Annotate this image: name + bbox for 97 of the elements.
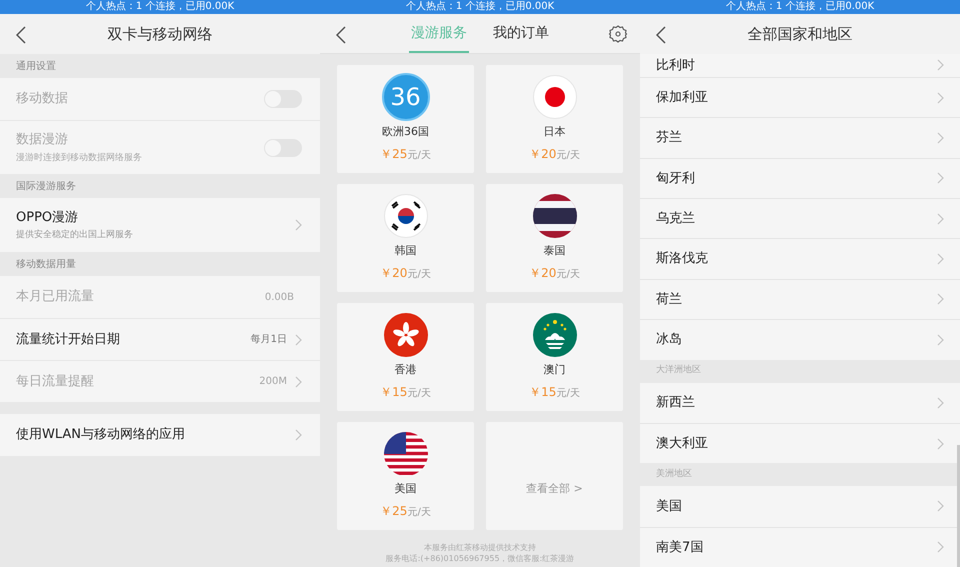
row-label: 移动数据	[16, 90, 69, 108]
country-name: 匈牙利	[656, 170, 696, 188]
chevron-right-icon	[937, 253, 944, 266]
country-name: 美国	[394, 480, 416, 497]
screen-title: 全部国家和地区	[748, 24, 852, 45]
price-label: ￥20元/天	[529, 265, 580, 282]
country-name: 韩国	[394, 242, 416, 259]
flag-icon	[532, 312, 576, 357]
row-label: 数据漫游	[16, 131, 69, 149]
country-card[interactable]: 36 欧洲36国 ￥25元/天	[337, 65, 474, 173]
flag-icon	[384, 194, 428, 238]
chevron-right-icon	[937, 334, 944, 346]
country-row[interactable]: 美国	[640, 486, 960, 527]
country-row[interactable]: 新西兰	[640, 382, 960, 423]
country-row[interactable]: 乌克兰	[640, 198, 960, 238]
chevron-right-icon	[295, 334, 302, 346]
flag-icon	[384, 432, 428, 476]
footer-text: 服务电话:(+86)01056967955，微信客服:红茶漫游	[386, 553, 574, 564]
chevron-right-icon	[937, 132, 944, 144]
country-name: 荷兰	[656, 290, 683, 309]
chevron-right-icon	[295, 376, 302, 388]
row-subtitle: 漫游时连接到移动数据网络服务	[16, 152, 143, 164]
price-label: ￥25元/天	[380, 503, 431, 520]
price-label: ￥20元/天	[529, 146, 580, 164]
tab[interactable]: 我的订单	[491, 15, 551, 53]
country-name: 欧洲36国	[382, 124, 429, 140]
country-row[interactable]: 芬兰	[640, 117, 960, 158]
back-button[interactable]	[14, 25, 28, 45]
price-label: ￥15元/天	[380, 384, 431, 402]
status-bar: 个人热点：1 个连接，已用0.00K	[320, 0, 640, 14]
back-button[interactable]	[334, 25, 348, 45]
row-value: 200M	[259, 375, 287, 389]
country-name: 保加利亚	[656, 88, 709, 107]
country-card[interactable]: 泰国 ￥20元/天	[486, 184, 623, 292]
section-header: 移动数据用量	[15, 258, 77, 272]
country-row[interactable]: 匈牙利	[640, 158, 960, 198]
country-row[interactable]: 保加利亚	[640, 76, 960, 118]
country-name: 泰国	[544, 242, 566, 259]
chevron-right-icon	[937, 212, 944, 225]
country-row[interactable]: 比利时	[640, 54, 960, 77]
flag-icon	[384, 312, 428, 357]
country-name: 澳大利亚	[656, 434, 709, 453]
price-label: ￥20元/天	[380, 265, 431, 282]
country-name: 斯洛伐克	[656, 250, 709, 268]
country-row[interactable]: 斯洛伐克	[640, 238, 960, 279]
settings-icon	[608, 24, 628, 44]
country-name: 新西兰	[656, 394, 696, 412]
chevron-right-icon	[295, 429, 302, 441]
country-name: 乌克兰	[656, 210, 696, 228]
chevron-right-icon	[937, 541, 944, 554]
settings-row[interactable]: 使用WLAN与移动网络的应用	[0, 414, 320, 456]
section-header: 美洲地区	[640, 463, 960, 486]
row-label: 每日流量提醒	[16, 372, 95, 391]
settings-row[interactable]: OPPO漫游 提供安全稳定的出国上网服务	[0, 198, 320, 252]
row-subtitle: 提供安全稳定的出国上网服务	[16, 229, 134, 242]
country-row[interactable]: 荷兰	[640, 278, 960, 320]
row-label: 流量统计开始日期	[16, 330, 121, 349]
row-value: 0.00B	[264, 290, 294, 304]
back-button[interactable]	[654, 25, 668, 45]
row-label: 本月已用流量	[16, 288, 95, 306]
country-name: 芬兰	[656, 129, 683, 148]
chevron-right-icon	[937, 59, 944, 72]
footer-text: 本服务由红茶移动提供技术支持	[424, 542, 536, 553]
country-name: 美国	[656, 498, 683, 516]
price-label: ￥25元/天	[380, 146, 431, 164]
row-label: OPPO漫游	[16, 208, 80, 226]
price-label: ￥15元/天	[529, 384, 580, 402]
section-header: 通用设置	[15, 60, 57, 74]
country-name: 澳门	[544, 362, 566, 378]
section-header: 大洋洲地区	[640, 360, 960, 382]
country-name: 比利时	[656, 56, 696, 75]
row-label: 使用WLAN与移动网络的应用	[16, 426, 186, 444]
status-bar: 个人热点：1 个连接，已用0.00K	[0, 0, 320, 14]
country-name: 日本	[544, 124, 566, 140]
chevron-right-icon	[937, 396, 944, 409]
chevron-right-icon	[937, 293, 944, 306]
settings-button[interactable]	[608, 24, 628, 44]
country-name: 香港	[394, 362, 416, 378]
section-header: 国际漫游服务	[15, 180, 77, 194]
flag-icon	[532, 194, 576, 238]
status-bar: 个人热点：1 个连接，已用0.00K	[640, 0, 960, 14]
screen-title: 双卡与移动网络	[108, 24, 212, 45]
chevron-right-icon	[937, 500, 944, 512]
country-card[interactable]: 澳门 ￥15元/天	[486, 303, 623, 411]
country-card[interactable]: 日本 ￥20元/天	[486, 65, 623, 173]
country-card[interactable]: 香港 ￥15元/天	[337, 303, 474, 411]
country-name: 南美7国	[656, 538, 704, 557]
row-value: 每月1日	[250, 333, 287, 347]
country-card[interactable]: 美国 ￥25元/天	[337, 422, 474, 530]
chevron-right-icon	[937, 92, 944, 104]
chevron-right-icon	[937, 438, 944, 450]
chevron-right-icon	[295, 219, 302, 231]
chevron-right-icon	[937, 172, 944, 184]
flag-icon	[532, 74, 576, 119]
country-card[interactable]: 韩国 ￥20元/天	[337, 184, 474, 292]
globe-badge: 36	[382, 72, 430, 121]
country-name: 冰岛	[656, 331, 683, 350]
